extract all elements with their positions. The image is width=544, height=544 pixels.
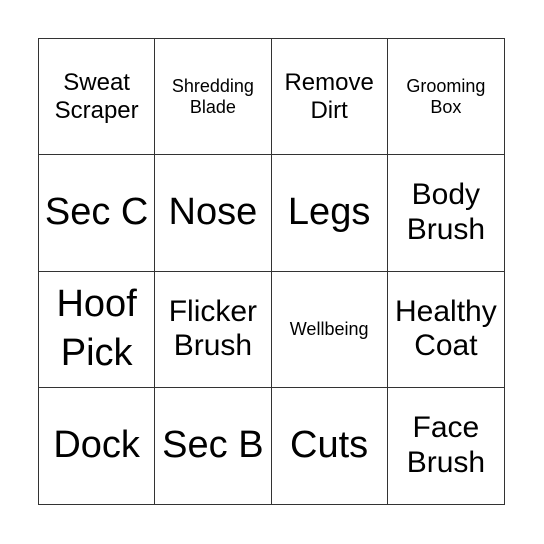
bingo-cell[interactable]: Healthy Coat	[387, 272, 504, 388]
bingo-cell[interactable]: Cuts	[272, 387, 388, 504]
bingo-cell[interactable]: Nose	[155, 155, 272, 272]
bingo-cell[interactable]: Hoof Pick	[39, 271, 156, 388]
bingo-cell[interactable]: Dock	[39, 387, 156, 504]
bingo-cell[interactable]: Sec C	[39, 155, 156, 272]
bingo-cell[interactable]: Body Brush	[387, 155, 504, 272]
bingo-cell[interactable]: Wellbeing	[271, 271, 388, 388]
bingo-cell[interactable]: Shredding Blade	[155, 39, 272, 156]
bingo-cell[interactable]: Flicker Brush	[155, 271, 272, 388]
bingo-cell[interactable]: Grooming Box	[387, 39, 504, 156]
bingo-cell[interactable]: Sec B	[155, 387, 272, 504]
bingo-cell[interactable]: Legs	[271, 155, 388, 272]
bingo-cell[interactable]: Face Brush	[388, 388, 504, 504]
bingo-board: Sweat Scraper Shredding Blade Remove Dir…	[38, 38, 505, 505]
bingo-cell[interactable]: Remove Dirt	[271, 39, 388, 156]
bingo-cell[interactable]: Sweat Scraper	[39, 39, 156, 156]
